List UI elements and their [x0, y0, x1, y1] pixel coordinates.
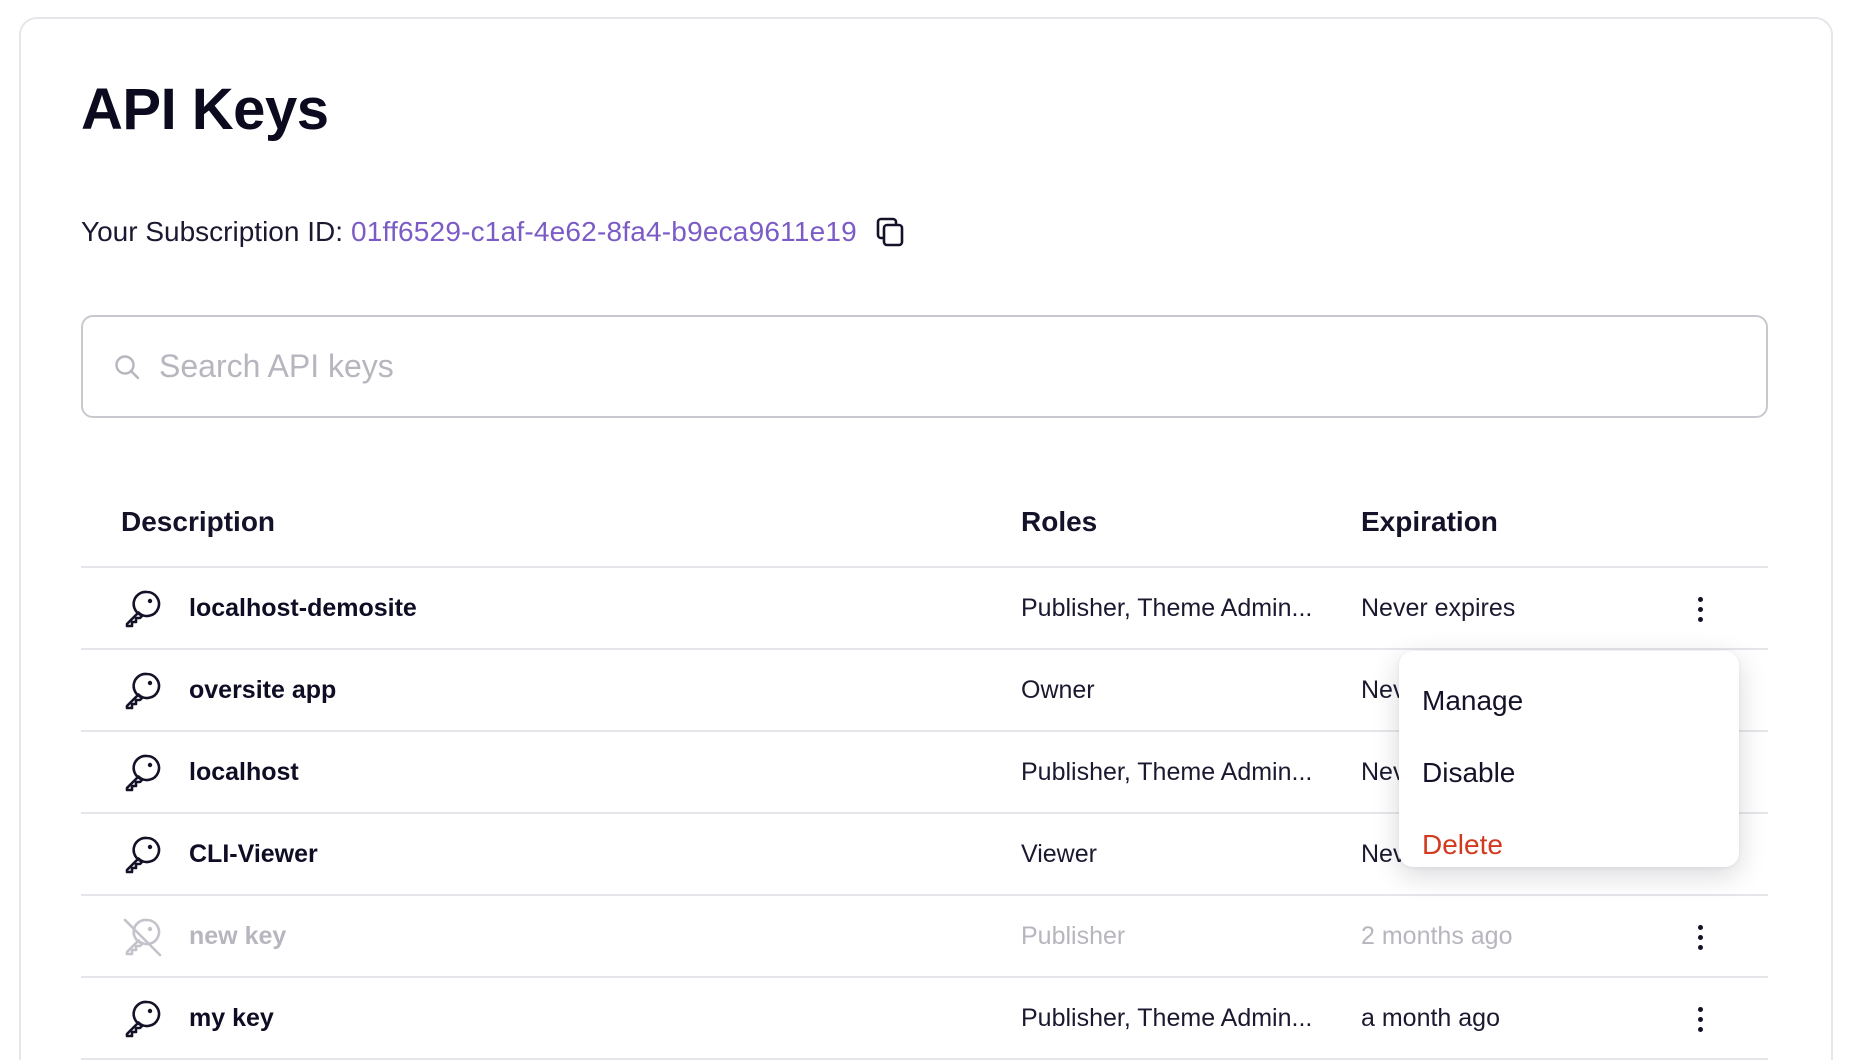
column-header-roles[interactable]: Roles: [1021, 506, 1097, 538]
menu-item-manage[interactable]: Manage: [1399, 665, 1739, 737]
page-title: API Keys: [81, 77, 329, 142]
menu-item-disable[interactable]: Disable: [1399, 737, 1739, 809]
menu-item-delete[interactable]: Delete: [1399, 809, 1739, 881]
copy-icon[interactable]: [873, 215, 907, 249]
key-name[interactable]: my key: [189, 1004, 274, 1033]
table-row[interactable]: my key Publisher, Theme Admin... a month…: [81, 978, 1768, 1060]
key-expiration: 2 months ago: [1361, 922, 1513, 950]
column-header-expiration[interactable]: Expiration: [1361, 506, 1498, 538]
subscription-id[interactable]: 01ff6529-c1af-4e62-8fa4-b9eca9611e19: [351, 216, 857, 248]
key-name[interactable]: oversite app: [189, 676, 336, 705]
key-icon: [121, 834, 163, 876]
more-options-icon[interactable]: [1686, 918, 1714, 956]
table-row[interactable]: localhost-demosite Publisher, Theme Admi…: [81, 568, 1768, 650]
more-options-icon[interactable]: [1686, 590, 1714, 628]
subscription-row: Your Subscription ID: 01ff6529-c1af-4e62…: [81, 212, 907, 252]
more-options-icon[interactable]: [1686, 1000, 1714, 1038]
key-roles: Publisher, Theme Admin...: [1021, 594, 1313, 622]
table-header: Description Roles Expiration: [81, 490, 1768, 568]
key-icon: [121, 670, 163, 712]
key-icon: [121, 752, 163, 794]
key-expiration: a month ago: [1361, 1004, 1500, 1032]
key-roles: Publisher, Theme Admin...: [1021, 758, 1313, 786]
key-name[interactable]: CLI-Viewer: [189, 840, 318, 869]
key-name[interactable]: new key: [189, 922, 286, 951]
key-name[interactable]: localhost-demosite: [189, 594, 417, 623]
table-row[interactable]: new key Publisher 2 months ago: [81, 896, 1768, 978]
key-icon: [121, 588, 163, 630]
row-actions-menu: Manage Disable Delete: [1399, 651, 1739, 867]
key-off-icon: [121, 916, 163, 958]
key-name[interactable]: localhost: [189, 758, 299, 787]
search-icon: [113, 352, 143, 382]
key-roles: Viewer: [1021, 840, 1097, 868]
subscription-label: Your Subscription ID:: [81, 216, 343, 247]
search-input[interactable]: [159, 348, 1659, 385]
key-expiration: Never expires: [1361, 594, 1516, 622]
key-icon: [121, 998, 163, 1040]
column-header-description[interactable]: Description: [121, 506, 275, 538]
key-roles: Owner: [1021, 676, 1095, 704]
key-roles: Publisher: [1021, 922, 1126, 950]
search-box[interactable]: [81, 315, 1768, 418]
key-roles: Publisher, Theme Admin...: [1021, 1004, 1313, 1032]
